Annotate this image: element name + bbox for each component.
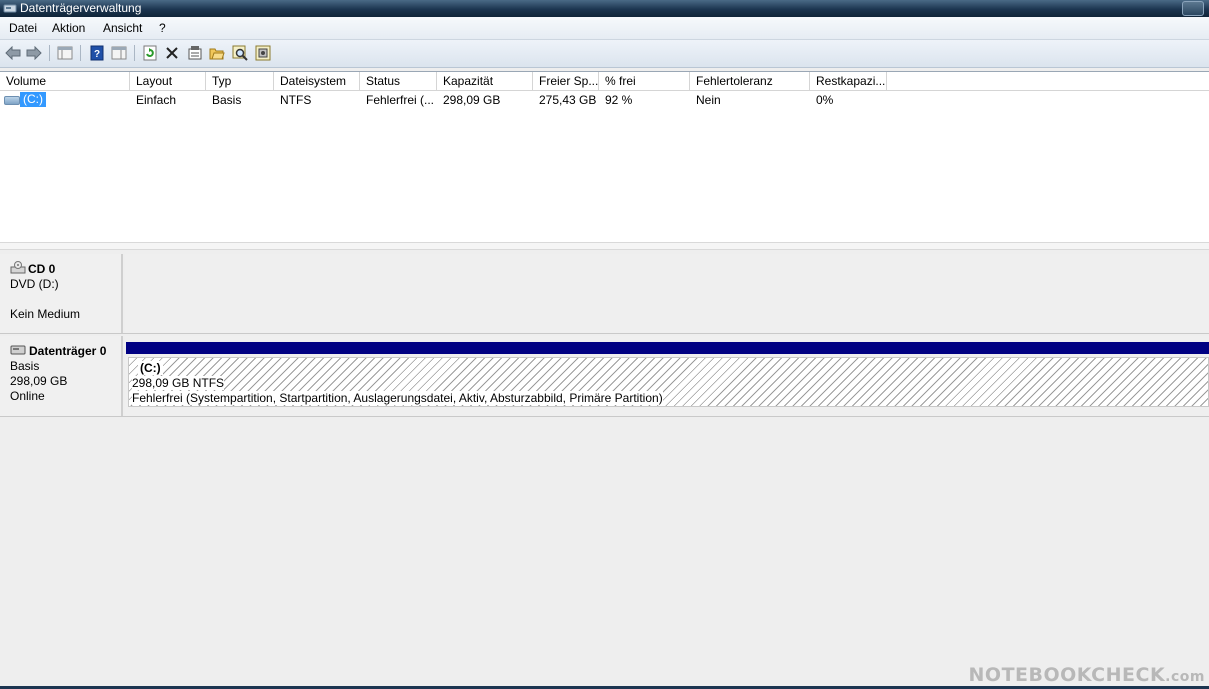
- row-divider: [0, 333, 1209, 334]
- hard-disk-icon: [10, 344, 26, 359]
- cd-drive-icon: [10, 261, 26, 278]
- disk-info-line3: Kein Medium: [10, 307, 81, 321]
- panel-view-icon[interactable]: [110, 44, 128, 62]
- search-icon[interactable]: [231, 44, 249, 62]
- notebookcheck-watermark: NOTEBOOKCHECK.com: [969, 664, 1205, 686]
- column-header-prozent-frei[interactable]: % frei: [599, 72, 690, 90]
- partition-label: (C:): [138, 361, 163, 375]
- disk-row-cd0: CD 0 DVD (D:) Kein Medium: [0, 254, 1209, 333]
- partition-status: Fehlerfrei (Systempartition, Startpartit…: [132, 391, 663, 405]
- open-icon[interactable]: [208, 44, 226, 62]
- kapazitaet-cell: 298,09 GB: [443, 93, 501, 107]
- partition-header-bar: [126, 342, 1209, 354]
- panel-icon[interactable]: [56, 44, 74, 62]
- svg-text:?: ?: [94, 49, 100, 60]
- menu-datei[interactable]: Datei: [9, 21, 37, 35]
- back-icon[interactable]: [4, 44, 22, 62]
- typ-cell: Basis: [212, 93, 242, 107]
- disk-management-icon: [3, 2, 17, 17]
- layout-cell: Einfach: [136, 93, 177, 107]
- title-bar: Datenträgerverwaltung: [0, 0, 1209, 17]
- pane-splitter[interactable]: [0, 242, 1209, 250]
- menu-aktion[interactable]: Aktion: [52, 21, 85, 35]
- disk-label-cd0[interactable]: CD 0 DVD (D:) Kein Medium: [0, 254, 123, 333]
- disk-info-line2: 298,09 GB: [10, 374, 68, 388]
- column-header-typ[interactable]: Typ: [206, 72, 274, 90]
- list-header: Volume Layout Typ Dateisystem Status Kap…: [0, 72, 1209, 91]
- prozent-frei-cell: 92 %: [605, 93, 633, 107]
- disk-settings-icon[interactable]: [254, 44, 272, 62]
- column-header-kapazitaet[interactable]: Kapazität: [437, 72, 533, 90]
- window-control-button[interactable]: [1182, 1, 1204, 16]
- window-title: Datenträgerverwaltung: [20, 1, 142, 15]
- toolbar-separator: [80, 45, 81, 61]
- status-cell: Fehlerfrei (...: [366, 93, 435, 107]
- disk-info-line1: DVD (D:): [10, 277, 59, 291]
- partition-size: 298,09 GB NTFS: [132, 376, 225, 390]
- disk-label-disk0[interactable]: Datenträger 0 Basis 298,09 GB Online: [0, 336, 123, 416]
- freier-speicher-cell: 275,43 GB: [539, 93, 597, 107]
- fehlertoleranz-cell: Nein: [696, 93, 721, 107]
- properties-icon[interactable]: [186, 44, 204, 62]
- disk-info-line3: Online: [10, 389, 45, 403]
- disk-info-line1: Basis: [10, 359, 40, 373]
- column-header-volume[interactable]: Volume: [0, 72, 130, 90]
- toolbar: ?: [0, 40, 1209, 68]
- column-header-status[interactable]: Status: [360, 72, 437, 90]
- delete-icon[interactable]: [163, 44, 181, 62]
- watermark-main: NOTEBOOKCHECK: [968, 664, 1166, 686]
- disk-name: Datenträger 0: [29, 344, 107, 358]
- volume-name-cell[interactable]: (C:): [20, 92, 46, 107]
- column-header-restkapazitaet[interactable]: Restkapazi...: [810, 72, 887, 90]
- watermark-suffix: .com: [1165, 669, 1205, 685]
- volume-list: Volume Layout Typ Dateisystem Status Kap…: [0, 71, 1209, 243]
- column-header-freier-speicher[interactable]: Freier Sp...: [533, 72, 599, 90]
- restkapazitaet-cell: 0%: [816, 93, 834, 107]
- refresh-icon[interactable]: [141, 44, 159, 62]
- volume-icon: [4, 96, 20, 105]
- column-header-fehlertoleranz[interactable]: Fehlertoleranz: [690, 72, 810, 90]
- row-divider: [0, 416, 1209, 417]
- column-header-layout[interactable]: Layout: [130, 72, 206, 90]
- column-header-dateisystem[interactable]: Dateisystem: [274, 72, 360, 90]
- menu-bar: Datei Aktion Ansicht ?: [0, 17, 1209, 40]
- disk-area-cd0[interactable]: [125, 254, 1209, 333]
- help-icon[interactable]: ?: [88, 44, 106, 62]
- partition-c[interactable]: (C:) 298,09 GB NTFS Fehlerfrei (Systempa…: [128, 357, 1209, 407]
- menu-ansicht[interactable]: Ansicht: [103, 21, 142, 35]
- disk-name: CD 0: [28, 262, 56, 276]
- toolbar-separator: [134, 45, 135, 61]
- menu-help[interactable]: ?: [159, 21, 166, 35]
- table-row[interactable]: (C:) Einfach Basis NTFS Fehlerfrei (... …: [0, 91, 1209, 108]
- toolbar-separator: [49, 45, 50, 61]
- forward-icon[interactable]: [25, 44, 43, 62]
- dateisystem-cell: NTFS: [280, 93, 312, 107]
